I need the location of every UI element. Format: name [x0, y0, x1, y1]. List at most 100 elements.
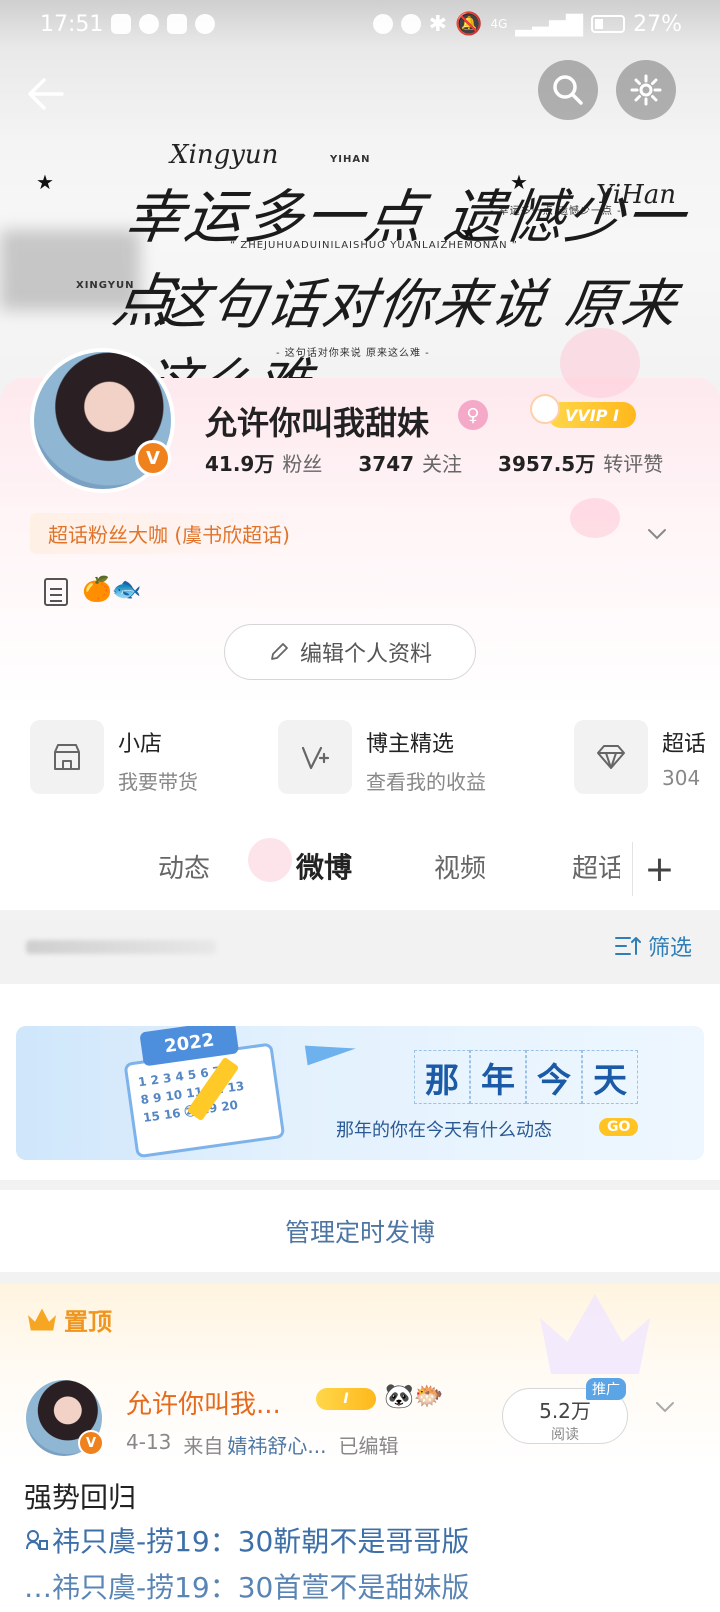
post-edited: 已编辑	[338, 1434, 399, 1458]
pinned-post: 置顶 V 允许你叫我... I 🐼🐡 4-13 来自 婧祎舒心... 已编辑 5…	[0, 1284, 720, 1612]
go-button[interactable]: GO	[599, 1118, 639, 1136]
tab-video[interactable]: 视频	[434, 848, 486, 885]
banner-tag-left: XINGYUN	[76, 280, 135, 291]
memory-title-char: 今	[526, 1050, 582, 1104]
tab-weibo[interactable]: 微博	[296, 846, 352, 886]
memory-title-char: 年	[470, 1050, 526, 1104]
post-supertopic-link[interactable]: 祎只虞-捞19：30靳朝不是哥哥版	[24, 1520, 469, 1560]
post-author-name[interactable]: 允许你叫我...	[126, 1384, 281, 1421]
shortcut-shop[interactable]: 小店 我要带货	[30, 720, 198, 795]
edit-profile-label: 编辑个人资料	[299, 642, 432, 667]
vvip-badge[interactable]: VVIP I	[548, 402, 636, 428]
arrow-left-icon	[28, 78, 64, 110]
banner-caption-bottom: - 这句话对你来说 原来这么难 -	[276, 348, 430, 359]
vip-pet-icon	[530, 394, 560, 424]
edit-profile-button[interactable]: 编辑个人资料	[224, 624, 476, 680]
banner-script-left: Xingyun	[170, 140, 279, 170]
chevron-down-icon[interactable]	[654, 1396, 676, 1418]
promote-tag[interactable]: 推广	[586, 1378, 626, 1400]
on-this-day-card[interactable]: 2022 1 2 3 4 5 6 7 8 9 10 11 12 13 15 16…	[16, 1026, 704, 1160]
tab-dongtai[interactable]: 动态	[158, 848, 210, 885]
search-button[interactable]	[538, 60, 598, 120]
bunny-tab-decoration	[248, 838, 292, 882]
back-button[interactable]	[22, 70, 70, 118]
filter-button[interactable]: 筛选	[614, 930, 692, 962]
battery-icon	[591, 15, 626, 33]
v-plus-icon	[278, 720, 352, 794]
add-tab-button[interactable]: +	[632, 842, 686, 896]
memory-subtitle: 那年的你在今天有什么动态	[336, 1120, 552, 1141]
profile-stats: 41.9万 粉丝 3747 关注 3957.5万 转评赞	[205, 448, 663, 477]
shortcut-subtitle: 查看我的收益	[366, 770, 486, 794]
mute-icon: 🔕	[455, 11, 483, 37]
signal-icon: ▂▃▅▇	[515, 11, 584, 37]
likes-stat[interactable]: 3957.5万 转评赞	[498, 448, 663, 477]
profile-description: 🍊🐟	[82, 575, 142, 603]
following-stat[interactable]: 3747 关注	[358, 448, 462, 477]
app-notify-icon	[167, 14, 188, 34]
shortcut-title: 博主精选	[366, 732, 455, 757]
post-author-emoji: 🐼🐡	[384, 1382, 444, 1410]
blurred-text	[26, 940, 216, 954]
chevron-down-icon[interactable]	[646, 523, 668, 545]
shortcut-title: 小店	[118, 732, 163, 757]
pinned-label: 置顶	[28, 1302, 112, 1337]
shortcut-chaohua[interactable]: 超话 304	[574, 720, 706, 794]
chaohua-fan-tag[interactable]: 超话粉丝大咖 (虞书欣超话)	[30, 513, 308, 554]
following-count: 3747	[358, 452, 415, 476]
bluetooth-icon: ✱	[428, 11, 448, 37]
post-source[interactable]: 婧祎舒心...	[227, 1430, 326, 1459]
scheduled-posts-label: 管理定时发博	[284, 1218, 435, 1247]
memory-title-char: 那	[414, 1050, 470, 1104]
shortcut-subtitle: 304	[662, 766, 701, 790]
fans-count: 41.9万	[205, 452, 275, 476]
star-icon: ★	[36, 170, 54, 194]
network-type: 4G	[490, 17, 508, 31]
plus-icon: +	[644, 848, 675, 890]
post-topic-line2[interactable]: …祎只虞-捞19：30首萱不是甜妹版	[24, 1566, 469, 1606]
fans-label: 粉丝	[282, 452, 323, 476]
shop-icon	[30, 720, 104, 794]
status-left: 17:51	[40, 11, 216, 37]
calendar-illustration: 2022 1 2 3 4 5 6 7 8 9 10 11 12 13 15 16…	[96, 1026, 286, 1160]
paper-plane-icon	[304, 1038, 358, 1066]
shortcut-blogger-pick[interactable]: 博主精选 查看我的收益	[278, 720, 486, 795]
weibo-notify-icon	[111, 14, 132, 34]
status-right: ✱ 🔕 4G ▂▃▅▇ 27%	[372, 11, 682, 37]
status-bar: 17:51 ✱ 🔕 4G ▂▃▅▇ 27%	[0, 0, 720, 48]
memory-section: 2022 1 2 3 4 5 6 7 8 9 10 11 12 13 15 16…	[0, 984, 720, 1180]
post-text: 强势回归	[24, 1481, 137, 1514]
paw-decoration	[570, 498, 620, 538]
filter-label: 筛选	[647, 936, 692, 961]
crown-decoration	[540, 1294, 650, 1374]
gear-icon	[630, 74, 662, 106]
verified-badge: V	[78, 1430, 104, 1456]
shortcut-subtitle: 我要带货	[118, 770, 198, 794]
supertopic-icon	[26, 1530, 48, 1550]
star-icon: ★	[460, 220, 478, 244]
clock-icon	[372, 14, 393, 34]
memory-title-char: 天	[582, 1050, 638, 1104]
document-icon	[44, 578, 68, 606]
post-topic-text: 祎只虞-捞19：30靳朝不是哥哥版	[52, 1525, 470, 1558]
verified-badge: V	[135, 440, 171, 476]
female-icon: ♀	[458, 400, 488, 430]
profile-card: V 允许你叫我甜妹 ♀ VVIP I 41.9万 粉丝 3747 关注 3957.5…	[0, 328, 720, 708]
message-notify-icon	[139, 14, 160, 34]
filter-bar: 筛选	[0, 910, 720, 984]
likes-count: 3957.5万	[498, 452, 596, 476]
manage-scheduled-posts-button[interactable]: 管理定时发博	[0, 1190, 720, 1272]
pause-notify-icon	[195, 14, 216, 34]
settings-button[interactable]	[616, 60, 676, 120]
battery-percent: 27%	[633, 11, 682, 37]
tab-chaohua[interactable]: 超话	[572, 848, 620, 885]
star-icon: ★	[510, 170, 528, 194]
pinned-text: 置顶	[64, 1308, 112, 1336]
read-label: 阅读	[551, 1427, 579, 1443]
pencil-icon	[271, 643, 288, 660]
alarm-icon	[400, 14, 421, 34]
filter-icon	[614, 937, 641, 955]
fans-stat[interactable]: 41.9万 粉丝	[205, 448, 322, 477]
crown-icon	[28, 1308, 56, 1331]
status-time: 17:51	[40, 11, 104, 37]
